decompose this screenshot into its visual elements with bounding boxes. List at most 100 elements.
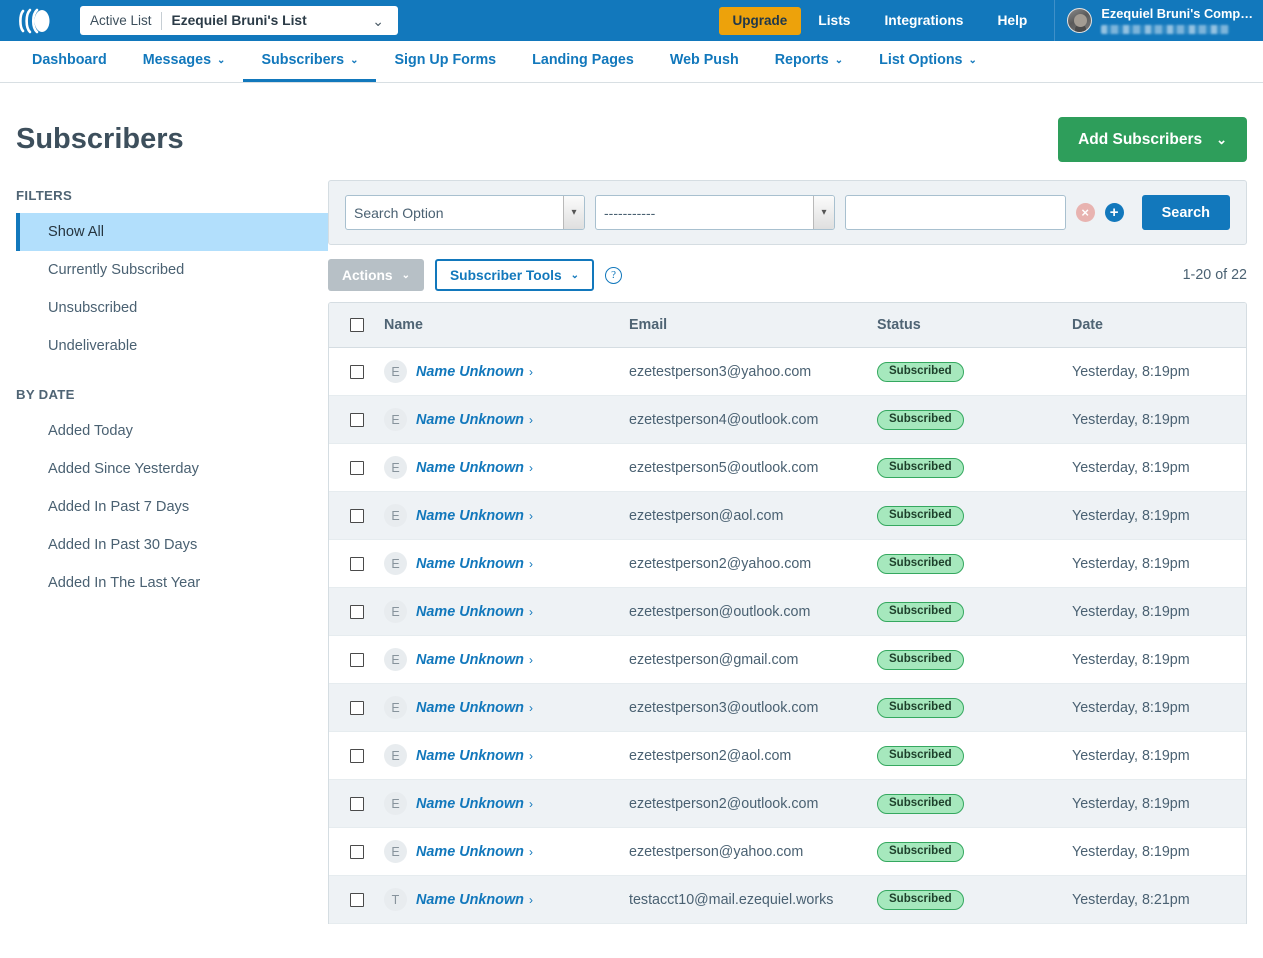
search-input[interactable] [845,195,1066,230]
search-option-select[interactable]: Search Option ▾ [345,195,585,230]
sidebar-item-unsubscribed[interactable]: Unsubscribed [16,289,328,327]
table-row[interactable]: E Name Unknown › ezetestperson@aol.com Subsc… [329,492,1246,540]
page-content: Subscribers Add Subscribers ⌄ FILTERS Sh… [0,83,1263,924]
row-select-cell [329,412,384,427]
table-row[interactable]: E Name Unknown › ezetestperson2@yahoo.com Su… [329,540,1246,588]
nav-item-reports[interactable]: Reports ⌄ [757,41,861,82]
row-select-cell [329,700,384,715]
subscriber-name-link[interactable]: Name Unknown [416,508,524,524]
row-checkbox[interactable] [349,796,364,811]
subscriber-email: ezetestperson2@yahoo.com [629,555,812,572]
sidebar-item-undeliverable[interactable]: Undeliverable [16,327,328,365]
subscriber-date-cell: Yesterday, 8:19pm [1072,795,1246,813]
row-checkbox[interactable] [349,748,364,763]
table-row[interactable]: E Name Unknown › ezetestperson@outlook.com S… [329,588,1246,636]
table-row[interactable]: E Name Unknown › ezetestperson2@aol.com Subs… [329,732,1246,780]
chevron-down-icon[interactable]: ▾ [813,196,834,229]
row-checkbox[interactable] [349,844,364,859]
row-checkbox[interactable] [349,556,364,571]
subscriber-email-cell: ezetestperson@aol.com [629,507,877,525]
status-badge: Subscribed [877,409,964,431]
search-panel: Search Option ▾ ----------- ▾ × + Search [328,180,1247,245]
subscriber-date-cell: Yesterday, 8:19pm [1072,411,1246,429]
add-subscribers-button[interactable]: Add Subscribers ⌄ [1058,117,1247,162]
nav-item-dashboard[interactable]: Dashboard [14,41,125,82]
subscriber-name-link[interactable]: Name Unknown [416,700,524,716]
nav-item-subscribers[interactable]: Subscribers ⌄ [243,41,377,82]
table-row[interactable]: E Name Unknown › ezetestperson@gmail.com Sub… [329,636,1246,684]
page-header: Subscribers Add Subscribers ⌄ [16,83,1247,180]
top-link-lists[interactable]: Lists [801,13,867,28]
chevron-down-icon: ⌄ [834,54,844,66]
subscriber-name-link[interactable]: Name Unknown [416,748,524,764]
subscriber-name-link[interactable]: Name Unknown [416,652,524,668]
subscriber-email: ezetestperson2@aol.com [629,747,792,764]
row-select-cell [329,892,384,907]
sidebar-item-added-past-30-days[interactable]: Added In Past 30 Days [16,526,328,564]
active-list-selector[interactable]: Active List Ezequiel Bruni's List ⌄ [80,6,398,35]
column-header-email[interactable]: Email [629,317,877,333]
table-row[interactable]: E Name Unknown › ezetestperson3@yahoo.com Su… [329,348,1246,396]
column-header-date[interactable]: Date [1072,317,1246,333]
column-header-status[interactable]: Status [877,317,1072,333]
main-panel: Search Option ▾ ----------- ▾ × + Search… [328,180,1247,924]
row-checkbox[interactable] [349,460,364,475]
upgrade-button[interactable]: Upgrade [718,6,802,35]
search-button[interactable]: Search [1141,195,1230,230]
status-badge: Subscribed [877,745,964,767]
nav-label: Web Push [669,52,739,68]
chevron-down-icon[interactable]: ▾ [563,196,584,229]
table-row[interactable]: E Name Unknown › ezetestperson4@outlook.com… [329,396,1246,444]
row-checkbox[interactable] [349,652,364,667]
subscriber-tools-button[interactable]: Subscriber Tools ⌄ [434,259,595,291]
nav-item-list-options[interactable]: List Options ⌄ [861,41,995,82]
subscriber-name-link[interactable]: Name Unknown [416,364,524,380]
help-icon[interactable]: ? [605,266,623,284]
subscriber-name-link[interactable]: Name Unknown [416,892,524,908]
aweber-logo[interactable] [0,0,68,41]
account-menu[interactable]: Ezequiel Bruni's Comp… [1055,0,1263,41]
subscriber-name-link[interactable]: Name Unknown [416,460,524,476]
subscriber-name-link[interactable]: Name Unknown [416,796,524,812]
row-checkbox[interactable] [349,412,364,427]
subscriber-name-link[interactable]: Name Unknown [416,412,524,428]
table-row[interactable]: E Name Unknown › ezetestperson3@outlook.com… [329,684,1246,732]
row-checkbox[interactable] [349,364,364,379]
table-row[interactable]: E Name Unknown › ezetestperson5@outlook.com… [329,444,1246,492]
actions-button[interactable]: Actions ⌄ [328,259,424,291]
subscriber-status-cell: Subscribed [877,409,1072,431]
subscriber-date: Yesterday, 8:19pm [1072,603,1190,620]
table-row[interactable]: E Name Unknown › ezetestperson2@outlook.com… [329,780,1246,828]
subscriber-name-link[interactable]: Name Unknown [416,844,524,860]
search-field-select[interactable]: ----------- ▾ [595,195,835,230]
sidebar-item-currently-subscribed[interactable]: Currently Subscribed [16,251,328,289]
subscriber-name-link[interactable]: Name Unknown [416,604,524,620]
sidebar-item-added-since-yesterday[interactable]: Added Since Yesterday [16,450,328,488]
nav-item-landing-pages[interactable]: Landing Pages [514,41,652,82]
add-criteria-icon[interactable]: + [1104,203,1124,222]
column-header-name[interactable]: Name [384,317,629,333]
nav-item-messages[interactable]: Messages ⌄ [125,41,244,82]
status-badge: Subscribed [877,361,964,383]
subscriber-email-cell: ezetestperson3@outlook.com [629,699,877,717]
chevron-down-icon[interactable]: ⌄ [364,14,398,28]
sidebar-item-added-past-7-days[interactable]: Added In Past 7 Days [16,488,328,526]
sidebar-item-added-last-year[interactable]: Added In The Last Year [16,564,328,602]
nav-item-web-push[interactable]: Web Push [652,41,757,82]
remove-criteria-icon[interactable]: × [1075,203,1095,222]
top-link-integrations[interactable]: Integrations [867,13,980,28]
nav-item-sign-up-forms[interactable]: Sign Up Forms [376,41,514,82]
table-row[interactable]: E Name Unknown › ezetestperson@yahoo.com Sub… [329,828,1246,876]
row-checkbox[interactable] [349,700,364,715]
select-all-checkbox[interactable] [349,318,364,332]
sidebar-item-added-today[interactable]: Added Today [16,412,328,450]
subscriber-name-link[interactable]: Name Unknown [416,556,524,572]
row-checkbox[interactable] [349,508,364,523]
top-link-help[interactable]: Help [980,13,1044,28]
table-row[interactable]: T Name Unknown › testacct10@mail.ezequiel.w… [329,876,1246,924]
row-checkbox[interactable] [349,892,364,907]
sidebar-item-show-all[interactable]: Show All [16,213,328,251]
subscriber-date-cell: Yesterday, 8:19pm [1072,507,1246,525]
row-checkbox[interactable] [349,604,364,619]
subscriber-name-cell: E Name Unknown › [384,744,629,767]
